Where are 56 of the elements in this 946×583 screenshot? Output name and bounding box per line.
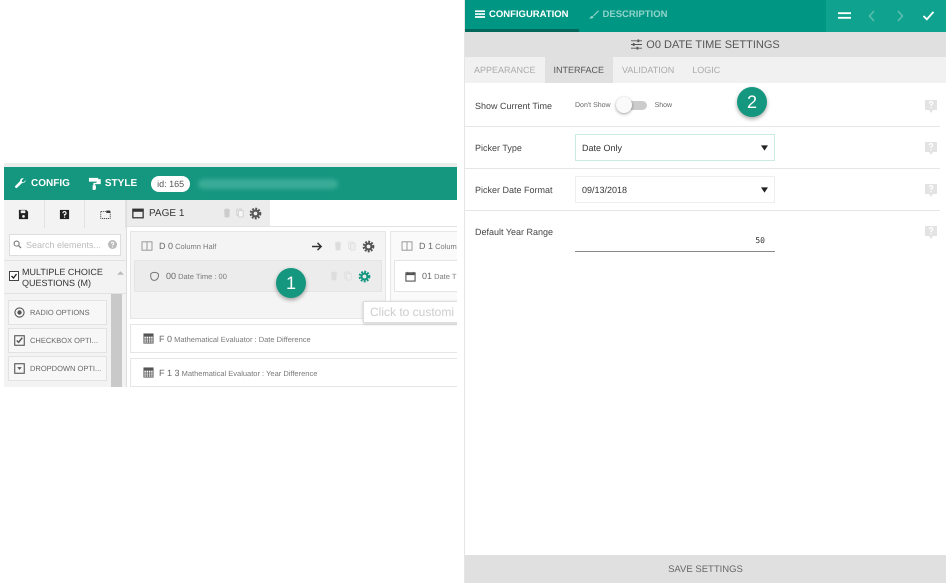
columns-icon (401, 241, 413, 251)
columns-icon (141, 241, 153, 251)
id-badge: id: 165 (151, 176, 190, 192)
callout-badge: 2 (737, 87, 767, 117)
brush-icon (588, 10, 599, 19)
radio-icon (14, 307, 25, 318)
setting-label: Show Current Time (475, 100, 554, 110)
sliders-icon (631, 39, 642, 50)
page-tab[interactable]: PAGE 1 (127, 200, 270, 226)
arrow-right-icon[interactable] (311, 240, 324, 252)
help-icon[interactable] (925, 224, 937, 238)
category-header[interactable]: MULTIPLE CHOICE QUESTIONS (M) (4, 260, 126, 294)
dropdown-arrow-icon (761, 186, 768, 192)
scrollbar[interactable] (111, 294, 122, 387)
window-icon (132, 208, 144, 218)
help-icon[interactable] (925, 140, 937, 154)
paint-roller-icon (88, 177, 101, 190)
wrench-icon (14, 177, 27, 190)
menu-icon (838, 11, 850, 21)
setting-label: Picker Date Format (475, 184, 554, 194)
check-icon (922, 11, 934, 21)
trash-icon[interactable] (223, 208, 231, 218)
search-field[interactable]: Search elements... (9, 234, 121, 256)
help-icon (59, 208, 70, 220)
checkbox-icon (14, 335, 25, 346)
category-label: MULTIPLE CHOICE QUESTIONS (M) (22, 267, 104, 289)
dropdown-arrow-icon (761, 144, 768, 150)
save-settings-button[interactable]: SAVE SETTINGS (465, 555, 946, 583)
help-icon[interactable] (925, 98, 937, 112)
dropdown-select[interactable]: 09/13/2018 (575, 176, 775, 203)
calculator-icon (143, 333, 154, 344)
calendar-icon (405, 270, 416, 282)
chevron-left-icon (868, 10, 876, 22)
rounded-shape-icon (149, 270, 160, 282)
dropdown-icon (14, 363, 25, 374)
toolbar-tab[interactable]: CONFIG (14, 177, 70, 190)
list-icon (475, 10, 485, 19)
chevron-right-icon (896, 10, 904, 22)
caret-icon[interactable] (117, 270, 124, 275)
calculator-icon (143, 367, 154, 378)
settings-title: O0 DATE TIME SETTINGS (646, 38, 780, 50)
setting-label: Picker Type (475, 142, 523, 152)
trash-icon[interactable] (334, 241, 342, 251)
settings-icon[interactable] (358, 270, 371, 282)
page-tab-label: PAGE 1 (149, 208, 184, 218)
settings-icon[interactable] (362, 240, 375, 252)
setting-label: Default Year Range (475, 226, 554, 236)
category-checkbox[interactable] (9, 271, 19, 281)
dropdown-select[interactable]: Date Only (575, 134, 775, 161)
dashed-frame-icon (100, 208, 111, 220)
settings-icon[interactable] (249, 206, 262, 220)
toolbar-tab[interactable]: STYLE (88, 177, 138, 190)
settings-tab[interactable]: INTERFACE (544, 57, 614, 83)
help-icon[interactable] (925, 182, 937, 196)
help-icon (108, 240, 117, 249)
copy-icon[interactable] (236, 208, 244, 218)
